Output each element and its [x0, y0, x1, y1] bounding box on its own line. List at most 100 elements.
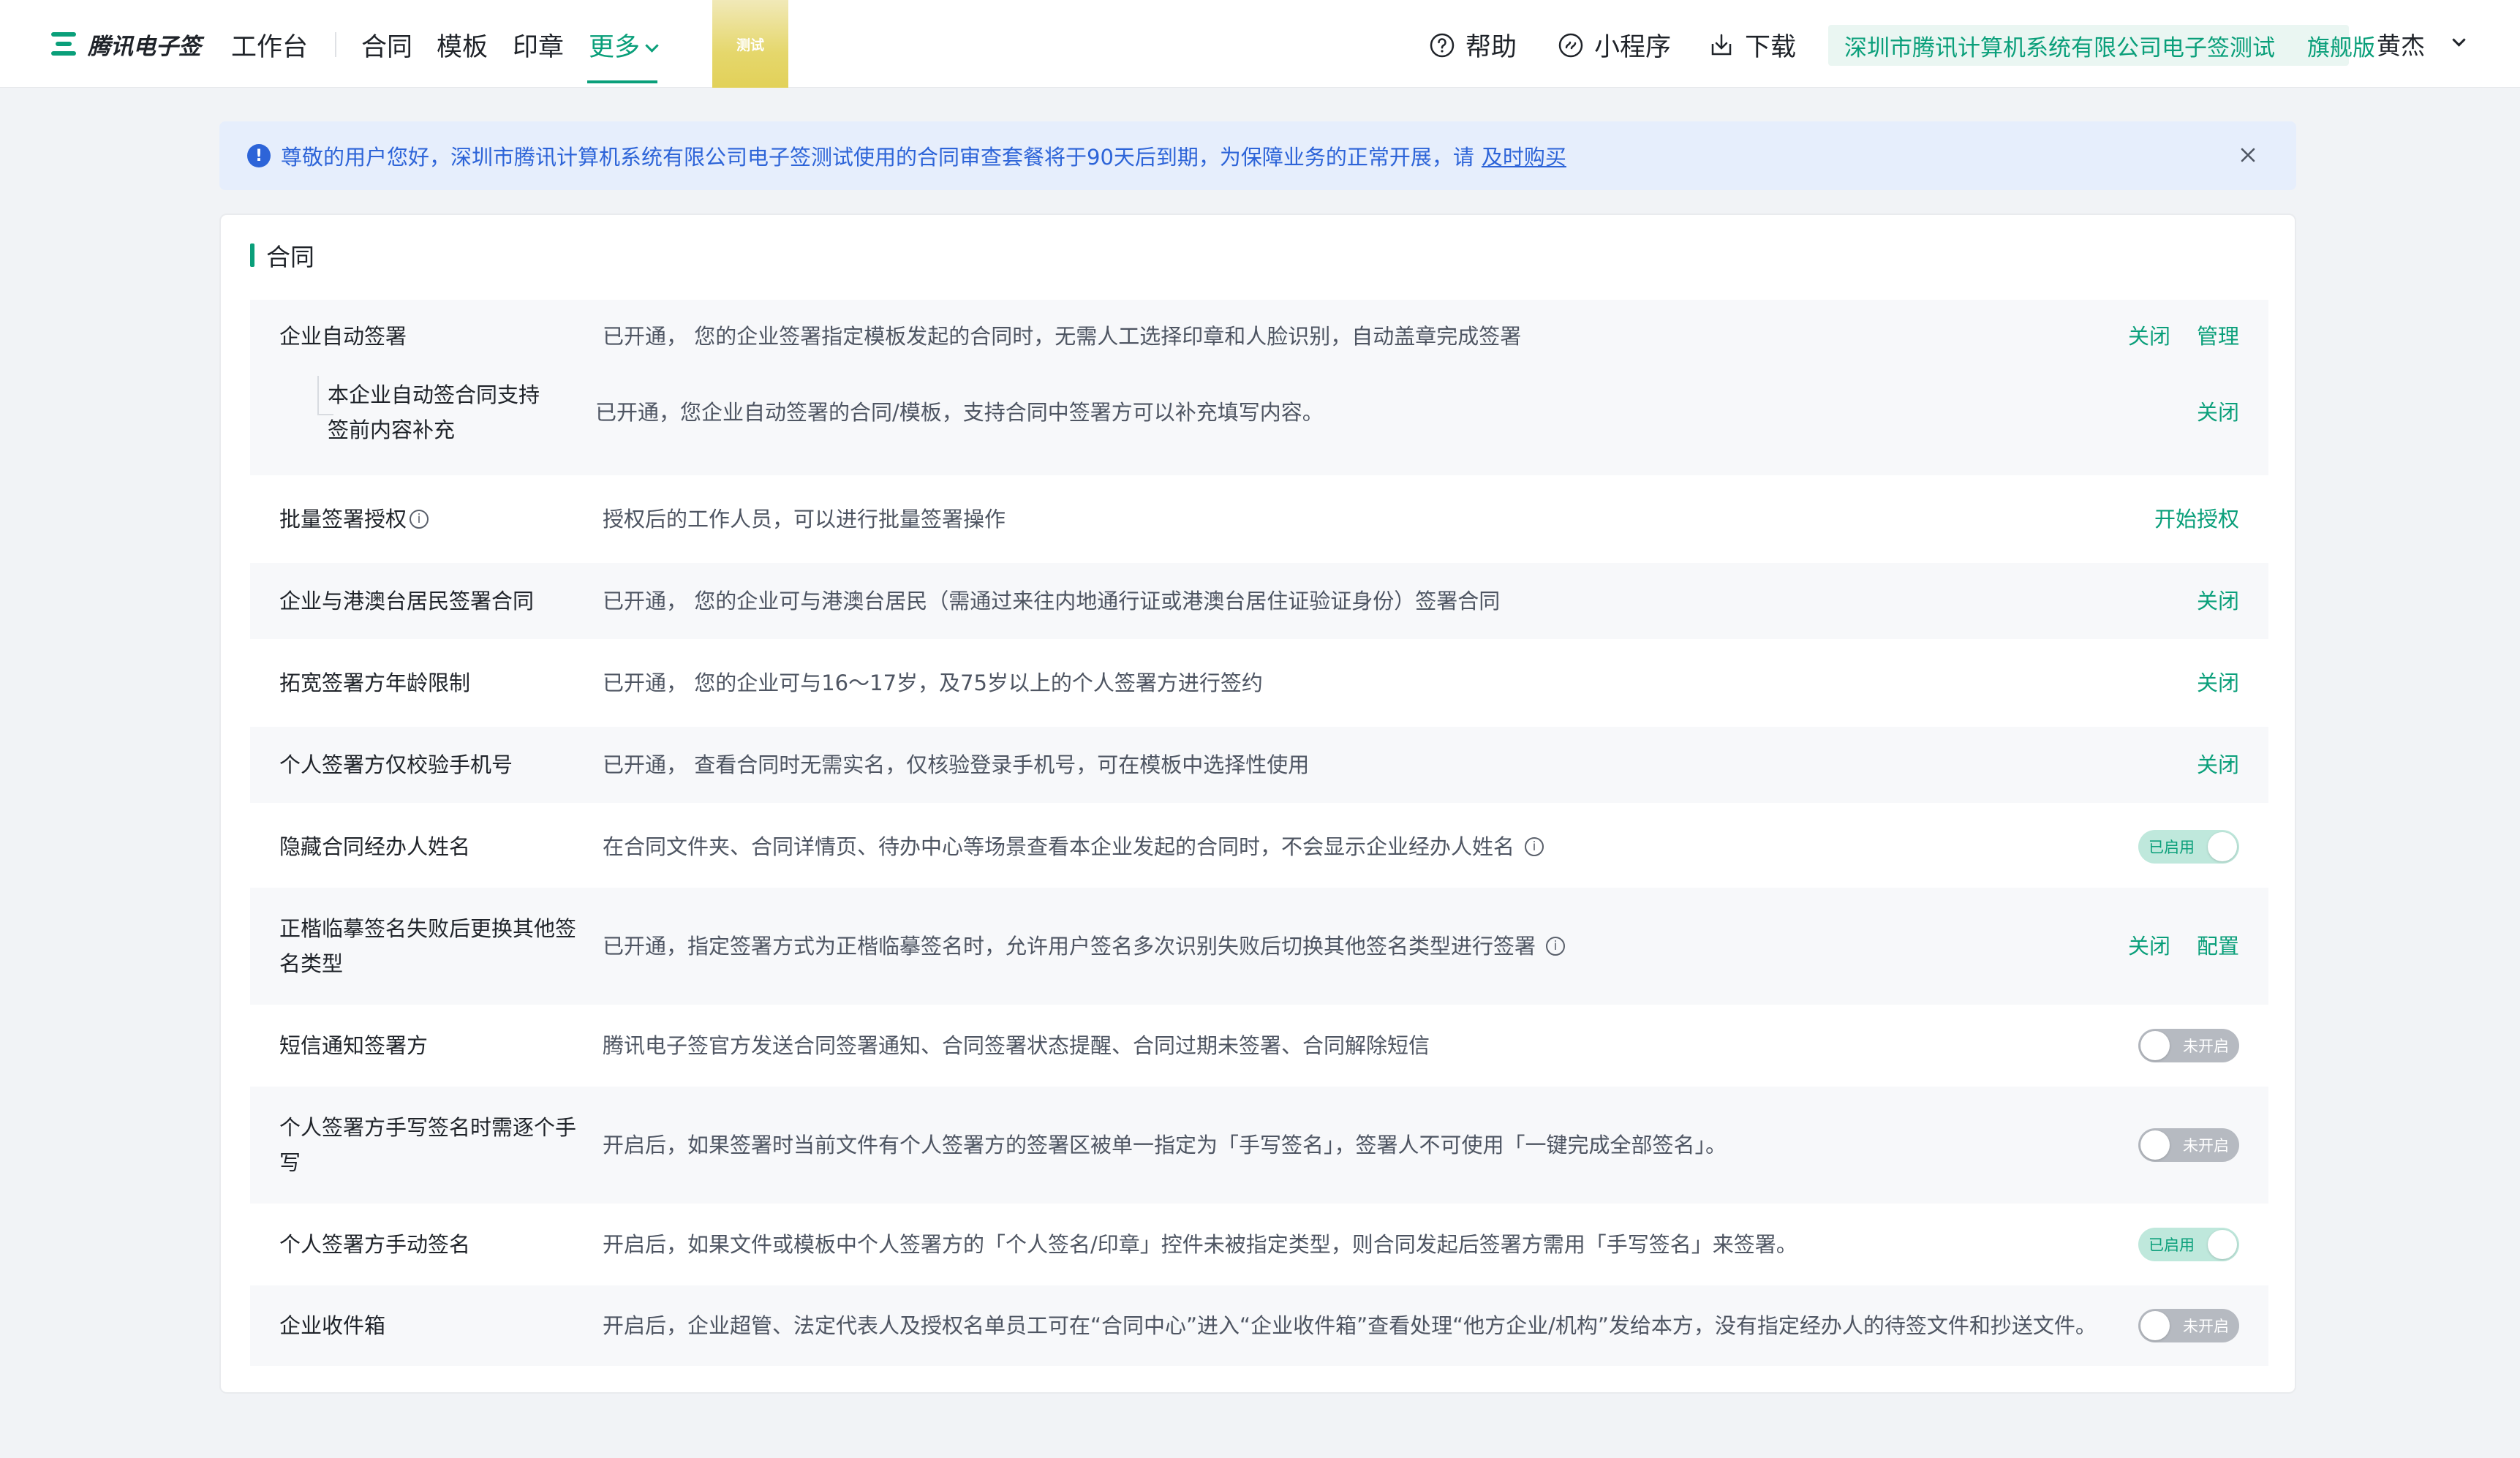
manage-setting-button[interactable]: 管理	[2197, 319, 2239, 354]
user-name: 黄杰	[2377, 31, 2425, 60]
setting-label-text: 批量签署授权	[279, 507, 407, 532]
top-navigation-bar: 腾讯电子签 工作台 合同 模板 印章 更多 测试 帮助 小程序 下载 深圳市腾讯…	[0, 0, 2520, 88]
brand-logo[interactable]: 腾讯电子签	[48, 28, 201, 60]
mini-program-link[interactable]: 小程序	[1558, 26, 1671, 64]
toggle-knob	[2140, 1031, 2170, 1060]
setting-actions: 关闭 管理	[2128, 319, 2239, 354]
info-icon[interactable]: i	[1525, 837, 1544, 856]
help-label: 帮助	[1465, 33, 1517, 62]
setting-row-handwriting-fallback: 正楷临摹签名失败后更换其他签名类型 已开通，指定签署方式为正楷临摹签名时，允许用…	[250, 888, 2268, 1005]
setting-label: 正楷临摹签名失败后更换其他签名类型	[279, 916, 577, 976]
nav-template[interactable]: 模板	[437, 26, 488, 64]
toggle-label: 已启用	[2149, 839, 2195, 856]
setting-description-text: 已开通，指定签署方式为正楷临摹签名时，允许用户签名多次识别失败后切换其他签名类型…	[603, 934, 1536, 959]
close-setting-button[interactable]: 关闭	[2197, 747, 2239, 782]
toggle-label: 未开启	[2183, 1137, 2229, 1155]
info-icon[interactable]: i	[1546, 937, 1566, 956]
download-label: 下载	[1745, 33, 1797, 62]
nav-seal[interactable]: 印章	[513, 26, 564, 64]
logo-icon	[48, 28, 80, 60]
close-icon[interactable]	[2236, 143, 2260, 167]
toggle-switch-on[interactable]: 已启用	[2138, 830, 2239, 864]
toggle-knob	[2208, 1230, 2237, 1259]
nav-more-label: 更多	[589, 33, 641, 62]
setting-row-sms-notify: 短信通知签署方 腾讯电子签官方发送合同签署通知、合同签署状态提醒、合同过期未签署…	[250, 1008, 2268, 1084]
contract-settings-card: 合同 企业自动签署 已开通， 您的企业签署指定模板发起的合同时，无需人工选择印章…	[219, 214, 2296, 1394]
setting-row-auto-sign: 企业自动签署 已开通， 您的企业签署指定模板发起的合同时，无需人工选择印章和人脸…	[250, 300, 2268, 475]
download-link[interactable]: 下载	[1708, 26, 1796, 64]
setting-description: 已开通，指定签署方式为正楷临摹签名时，允许用户签名多次识别失败后切换其他签名类型…	[603, 929, 1566, 964]
test-environment-tag: 测试	[712, 0, 788, 88]
download-icon	[1711, 34, 1732, 55]
nav-divider	[335, 32, 336, 57]
sub-setting-description: 已开通，您企业自动签署的合同/模板，支持合同中签署方可以补充填写内容。	[595, 400, 1324, 425]
setting-description: 已开通， 查看合同时无需实名，仅核验登录手机号，可在模板中选择性使用	[603, 752, 1310, 777]
toggle-label: 未开启	[2183, 1038, 2229, 1055]
sub-setting-actions: 关闭	[2197, 395, 2239, 430]
help-link[interactable]: 帮助	[1429, 26, 1517, 64]
toggle-switch-off[interactable]: 未开启	[2138, 1128, 2239, 1162]
mini-program-icon	[1558, 33, 1583, 57]
setting-description-text: 在合同文件夹、合同详情页、待办中心等场景查看本企业发起的合同时，不会显示企业经办…	[603, 834, 1515, 859]
chevron-down-icon	[645, 39, 659, 53]
setting-actions: 关闭 配置	[2128, 929, 2239, 964]
toggle-switch-off[interactable]: 未开启	[2138, 1309, 2239, 1342]
mini-program-label: 小程序	[1594, 33, 1672, 62]
user-menu[interactable]: 黄杰	[2377, 26, 2466, 61]
expiry-notice-banner: ! 尊敬的用户您好，深圳市腾讯计算机系统有限公司电子签测试使用的合同审查套餐将于…	[219, 121, 2296, 190]
setting-row-manual-sign: 个人签署方手动签名 开启后，如果文件或模板中个人签署方的「个人签名/印章」控件未…	[250, 1206, 2268, 1283]
toggle-label: 未开启	[2183, 1318, 2229, 1335]
setting-label: 拓宽签署方年龄限制	[279, 671, 471, 695]
configure-setting-button[interactable]: 配置	[2197, 929, 2239, 964]
close-setting-button[interactable]: 关闭	[2197, 665, 2239, 700]
setting-actions: 关闭	[2197, 747, 2239, 782]
info-icon[interactable]: i	[410, 510, 429, 529]
setting-description: 在合同文件夹、合同详情页、待办中心等场景查看本企业发起的合同时，不会显示企业经办…	[603, 829, 1544, 864]
setting-label: 企业自动签署	[279, 324, 407, 349]
setting-description: 开启后，如果文件或模板中个人签署方的「个人签名/印章」控件未被指定类型，则合同发…	[603, 1232, 1797, 1257]
setting-row-hk-macau-taiwan: 企业与港澳台居民签署合同 已开通， 您的企业可与港澳台居民（需通过来往内地通行证…	[250, 563, 2268, 639]
setting-label: 个人签署方仅校验手机号	[279, 752, 513, 777]
setting-description: 已开通， 您的企业可与港澳台居民（需通过来往内地通行证或港澳台居住证验证身份）签…	[603, 589, 1501, 613]
setting-description: 开启后，如果签署时当前文件有个人签署方的签署区被单一指定为「手写签名」，签署人不…	[603, 1133, 1727, 1157]
setting-label: 短信通知签署方	[279, 1033, 429, 1058]
help-icon	[1430, 33, 1455, 57]
close-setting-button[interactable]: 关闭	[2197, 395, 2239, 430]
start-authorization-button[interactable]: 开始授权	[2154, 502, 2239, 537]
setting-row-hide-operator: 隐藏合同经办人姓名 在合同文件夹、合同详情页、待办中心等场景查看本企业发起的合同…	[250, 809, 2268, 885]
company-name: 深圳市腾讯计算机系统有限公司电子签测试	[1844, 34, 2275, 61]
setting-row-inbox: 企业收件箱 开启后，企业超管、法定代表人及授权名单员工可在“合同中心”进入“企业…	[250, 1285, 2268, 1366]
title-accent-bar	[250, 243, 254, 267]
setting-row-batch-auth: 批量签署授权 i 授权后的工作人员，可以进行批量签署操作 开始授权	[250, 481, 2268, 557]
toggle-switch-on[interactable]: 已启用	[2138, 1228, 2239, 1261]
setting-label: 隐藏合同经办人姓名	[279, 834, 471, 859]
company-switcher[interactable]: 深圳市腾讯计算机系统有限公司电子签测试 旗舰版	[1828, 25, 2375, 66]
close-setting-button[interactable]: 关闭	[2128, 319, 2170, 354]
close-setting-button[interactable]: 关闭	[2197, 583, 2239, 619]
nav-contract[interactable]: 合同	[361, 26, 412, 64]
nav-workbench[interactable]: 工作台	[231, 26, 308, 64]
setting-description: 腾讯电子签官方发送合同签署通知、合同签署状态提醒、合同过期未签署、合同解除短信	[603, 1033, 1430, 1058]
chevron-down-icon	[2452, 32, 2466, 47]
setting-label: 个人签署方手写签名时需逐个手写	[279, 1115, 577, 1175]
setting-label: 批量签署授权 i	[279, 502, 429, 537]
toggle-knob	[2140, 1311, 2170, 1340]
setting-label: 个人签署方手动签名	[279, 1232, 471, 1257]
toggle-switch-off[interactable]: 未开启	[2138, 1029, 2239, 1062]
section-title: 合同	[250, 243, 314, 271]
buy-now-link[interactable]: 及时购买	[1482, 140, 1566, 171]
setting-row-age-limit: 拓宽签署方年龄限制 已开通， 您的企业可与16～17岁，及75岁以上的个人签署方…	[250, 645, 2268, 721]
notice-text: 尊敬的用户您好，深圳市腾讯计算机系统有限公司电子签测试使用的合同审查套餐将于90…	[281, 145, 1474, 170]
setting-row-handwrite-each: 个人签署方手写签名时需逐个手写 开启后，如果签署时当前文件有个人签署方的签署区被…	[250, 1087, 2268, 1204]
toggle-knob	[2140, 1130, 2170, 1160]
setting-actions: 开始授权	[2154, 502, 2239, 537]
setting-description: 已开通， 您的企业签署指定模板发起的合同时，无需人工选择印章和人脸识别，自动盖章…	[603, 324, 1522, 349]
toggle-label: 已启用	[2149, 1236, 2195, 1254]
info-icon: !	[247, 144, 271, 167]
nav-more[interactable]: 更多	[589, 26, 659, 64]
close-setting-button[interactable]: 关闭	[2128, 929, 2170, 964]
sub-setting-label: 本企业自动签合同支持签前内容补充	[328, 382, 540, 442]
setting-label: 企业收件箱	[279, 1313, 386, 1338]
setting-row-phone-verify: 个人签署方仅校验手机号 已开通， 查看合同时无需实名，仅核验登录手机号，可在模板…	[250, 727, 2268, 803]
test-tag-label: 测试	[736, 37, 764, 53]
